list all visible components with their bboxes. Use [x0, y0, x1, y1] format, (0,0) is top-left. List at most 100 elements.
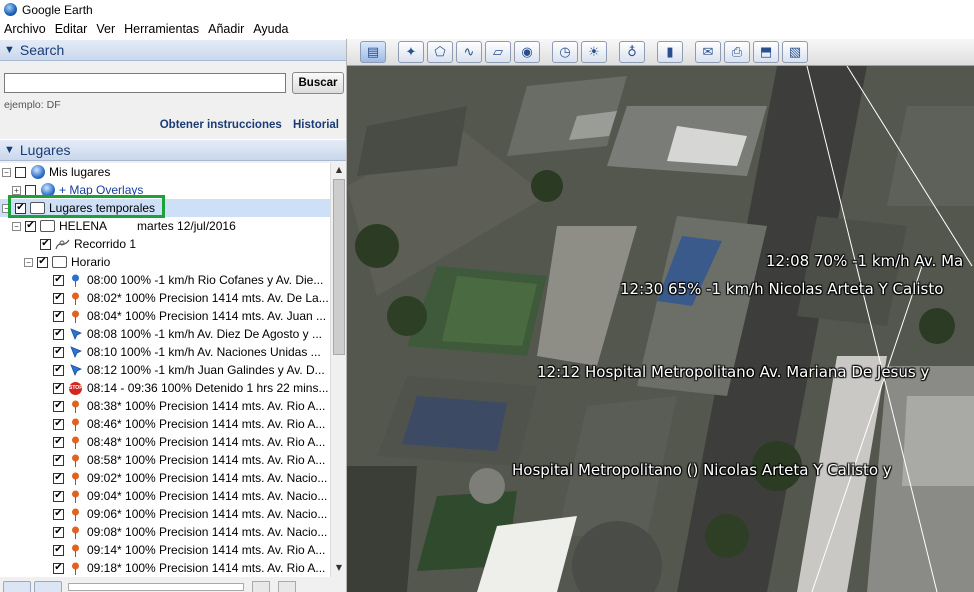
- list-item[interactable]: 08:04* 100% Precision 1414 mts. Av. Juan…: [53, 307, 326, 325]
- list-item-label: 09:18* 100% Precision 1414 mts. Av. Rio …: [87, 561, 326, 575]
- checkbox[interactable]: [40, 238, 51, 250]
- checkbox[interactable]: [53, 346, 64, 358]
- view-toggle-button[interactable]: [34, 581, 62, 592]
- menu-ver[interactable]: Ver: [96, 22, 115, 36]
- checkbox[interactable]: [53, 364, 64, 376]
- list-item[interactable]: 08:38* 100% Precision 1414 mts. Av. Rio …: [53, 397, 325, 415]
- list-item[interactable]: 08:58* 100% Precision 1414 mts. Av. Rio …: [53, 451, 325, 469]
- checkbox[interactable]: [25, 220, 36, 232]
- map-label[interactable]: 12:30 65% -1 km/h Nicolas Arteta Y Calis…: [620, 280, 943, 298]
- collapse-icon[interactable]: −: [24, 257, 33, 267]
- list-item[interactable]: 09:14* 100% Precision 1414 mts. Av. Rio …: [53, 541, 325, 559]
- checkbox[interactable]: [53, 490, 64, 502]
- checkbox[interactable]: [53, 418, 64, 430]
- list-item[interactable]: 08:02* 100% Precision 1414 mts. Av. De L…: [53, 289, 329, 307]
- tree-scrollbar[interactable]: ▲ ▼: [330, 163, 346, 577]
- search-links: Obtener instrucciones Historial: [152, 119, 339, 131]
- search-header-label: Search: [19, 42, 65, 58]
- places-header[interactable]: ▼ Lugares: [0, 139, 346, 161]
- list-item[interactable]: 08:46* 100% Precision 1414 mts. Av. Rio …: [53, 415, 325, 433]
- search-places-button[interactable]: [3, 581, 31, 592]
- list-item[interactable]: 08:48* 100% Precision 1414 mts. Av. Rio …: [53, 433, 325, 451]
- checkbox[interactable]: [53, 562, 64, 574]
- maps-icon[interactable]: ▧: [782, 41, 808, 63]
- checkbox[interactable]: [25, 184, 36, 196]
- placemark-icon[interactable]: ✦: [398, 41, 424, 63]
- list-item[interactable]: 09:08* 100% Precision 1414 mts. Av. Naci…: [53, 523, 327, 541]
- search-button[interactable]: Buscar: [292, 72, 344, 94]
- list-item-label: 09:06* 100% Precision 1414 mts. Av. Naci…: [87, 507, 328, 521]
- checkbox[interactable]: [53, 382, 64, 394]
- checkbox[interactable]: [53, 400, 64, 412]
- collapse-icon[interactable]: −: [2, 167, 11, 177]
- checkbox[interactable]: [53, 292, 64, 304]
- overlay-icon[interactable]: ▱: [485, 41, 511, 63]
- collapse-icon[interactable]: −: [12, 221, 21, 231]
- next-button[interactable]: [278, 581, 296, 592]
- menu-archivo[interactable]: Archivo: [4, 22, 46, 36]
- history-icon[interactable]: ◷: [552, 41, 578, 63]
- checkbox[interactable]: [53, 472, 64, 484]
- expand-icon[interactable]: +: [12, 185, 21, 195]
- checkbox[interactable]: [53, 526, 64, 538]
- checkbox[interactable]: [53, 328, 64, 340]
- map-label[interactable]: 12:08 70% -1 km/h Av. Ma: [766, 252, 963, 270]
- checkbox[interactable]: [53, 274, 64, 286]
- tree-row-my-places[interactable]: − Mis lugares: [2, 163, 110, 181]
- checkbox[interactable]: [53, 544, 64, 556]
- menu-herramientas[interactable]: Herramientas: [124, 22, 199, 36]
- checkbox[interactable]: [37, 256, 48, 268]
- opacity-slider[interactable]: [68, 583, 244, 591]
- menu-ayuda[interactable]: Ayuda: [253, 22, 288, 36]
- history-link[interactable]: Historial: [293, 119, 339, 131]
- checkbox[interactable]: [53, 454, 64, 466]
- scroll-thumb[interactable]: [333, 179, 345, 355]
- scroll-down-icon[interactable]: ▼: [333, 563, 345, 575]
- ruler-icon[interactable]: ▮: [657, 41, 683, 63]
- list-item[interactable]: STOP 08:14 - 09:36 100% Detenido 1 hrs 22…: [53, 379, 328, 397]
- stop-icon: STOP: [68, 381, 83, 396]
- list-item[interactable]: 09:06* 100% Precision 1414 mts. Av. Naci…: [53, 505, 327, 523]
- list-item-label: 08:48* 100% Precision 1414 mts. Av. Rio …: [87, 435, 326, 449]
- list-item[interactable]: 08:08 100% -1 km/h Av. Diez De Agosto y …: [53, 325, 322, 343]
- places-header-label: Lugares: [19, 142, 71, 158]
- save-image-icon[interactable]: ⬒: [753, 41, 779, 63]
- checkbox[interactable]: [53, 436, 64, 448]
- orange-pin-icon: [68, 453, 83, 468]
- tree-label: HELENA: [59, 219, 108, 233]
- list-item-label: 08:38* 100% Precision 1414 mts. Av. Rio …: [87, 399, 326, 413]
- list-item[interactable]: 09:02* 100% Precision 1414 mts. Av. Naci…: [53, 469, 327, 487]
- directions-link[interactable]: Obtener instrucciones: [160, 119, 282, 131]
- list-item[interactable]: 09:04* 100% Precision 1414 mts. Av. Naci…: [53, 487, 327, 505]
- orange-pin-icon: [68, 309, 83, 324]
- sunlight-icon[interactable]: ☀: [581, 41, 607, 63]
- checkbox[interactable]: [15, 166, 26, 178]
- earth-map-view[interactable]: 12:08 70% -1 km/h Av. Ma 12:30 65% -1 km…: [347, 66, 974, 592]
- list-item[interactable]: 08:10 100% -1 km/h Av. Naciones Unidas .…: [53, 343, 321, 361]
- checkbox[interactable]: [53, 508, 64, 520]
- polygon-icon[interactable]: ⬠: [427, 41, 453, 63]
- list-item[interactable]: 08:12 100% -1 km/h Juan Galindes y Av. D…: [53, 361, 325, 379]
- tree-row-helena[interactable]: − HELENA martes 12/jul/2016: [12, 217, 236, 235]
- tour-icon[interactable]: ◉: [514, 41, 540, 63]
- path-icon[interactable]: ∿: [456, 41, 482, 63]
- previous-button[interactable]: [252, 581, 270, 592]
- tree-row-horario[interactable]: − Horario: [24, 253, 110, 271]
- planet-icon[interactable]: ♁: [619, 41, 645, 63]
- path-icon: [55, 237, 70, 252]
- checkbox[interactable]: [53, 310, 64, 322]
- list-item[interactable]: 09:18* 100% Precision 1414 mts. Av. Rio …: [53, 559, 325, 577]
- map-label[interactable]: Hospital Metropolitano () Nicolas Arteta…: [512, 461, 892, 479]
- search-input[interactable]: [4, 73, 286, 93]
- blue-arrow-icon: [68, 327, 83, 342]
- sidebar-toggle-icon[interactable]: ▤: [360, 41, 386, 63]
- list-item[interactable]: 08:00 100% -1 km/h Rio Cofanes y Av. Die…: [53, 271, 323, 289]
- tree-row-recorrido[interactable]: Recorrido 1: [40, 235, 136, 253]
- email-icon[interactable]: ✉: [695, 41, 721, 63]
- menu-editar[interactable]: Editar: [55, 22, 88, 36]
- print-icon[interactable]: ⎙: [724, 41, 750, 63]
- menu-anadir[interactable]: Añadir: [208, 22, 244, 36]
- scroll-up-icon[interactable]: ▲: [333, 165, 345, 177]
- map-label[interactable]: 12:12 Hospital Metropolitano Av. Mariana…: [537, 363, 929, 381]
- search-header[interactable]: ▼ Search: [0, 39, 346, 61]
